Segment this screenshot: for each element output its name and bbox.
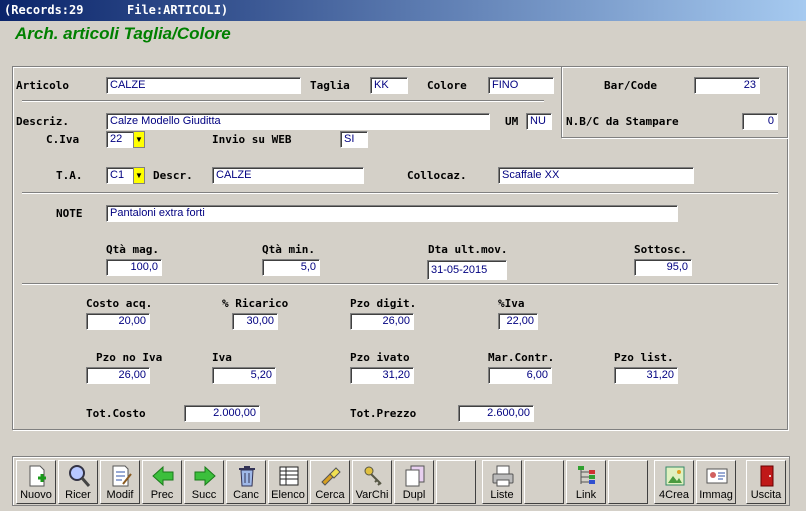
tot-costo-field[interactable]: 2.000,00 — [184, 405, 260, 422]
label-mar-contr: Mar.Contr. — [488, 351, 555, 364]
note-field[interactable]: Pantaloni extra forti — [106, 205, 678, 222]
flashlight-icon — [321, 467, 341, 486]
label-qta-min: Qtà min. — [262, 243, 315, 256]
perc-iva-field[interactable]: 22,00 — [498, 313, 538, 330]
pzo-no-iva-field[interactable]: 26,00 — [86, 367, 150, 384]
barcode-field[interactable]: 23 — [694, 77, 760, 94]
file-name: File:ARTICOLI) — [127, 3, 229, 17]
app-title: Arch. articoli Taglia/Colore — [15, 24, 231, 43]
modif-button[interactable]: Modif — [100, 460, 140, 504]
image-create-icon — [665, 466, 685, 486]
crea-button[interactable]: 4Crea — [654, 460, 694, 504]
invio-web-field[interactable]: SI — [340, 131, 368, 148]
label-barcode: Bar/Code — [604, 79, 657, 92]
ricer-button[interactable]: Ricer — [58, 460, 98, 504]
nuovo-button[interactable]: Nuovo — [16, 460, 56, 504]
empty-button[interactable] — [524, 460, 564, 504]
printer-icon — [492, 465, 514, 487]
label-costo-acq: Costo acq. — [86, 297, 153, 310]
label-articolo: Articolo — [16, 79, 69, 92]
empty-button[interactable] — [608, 460, 648, 504]
label-nbc: N.B/C da Stampare — [566, 115, 679, 128]
label-ta: T.A. — [56, 169, 83, 182]
label-um: UM — [505, 115, 519, 128]
label-dta-ult-mov: Dta ult.mov. — [428, 243, 508, 256]
taglia-field[interactable]: KK — [370, 77, 408, 94]
tree-icon — [578, 466, 595, 484]
label-descriz: Descriz. — [16, 115, 69, 128]
records-count: (Records:29 — [4, 3, 84, 17]
arrow-right-icon — [194, 465, 216, 487]
label-pzo-list: Pzo list. — [614, 351, 674, 364]
dupl-button[interactable]: Dupl — [394, 460, 434, 504]
id-card-icon — [706, 468, 728, 484]
prec-button[interactable]: Prec — [142, 460, 182, 504]
label-perc-iva: %Iva — [498, 297, 525, 310]
pzo-digit-field[interactable]: 26,00 — [350, 313, 414, 330]
label-pzo-digit: Pzo digit. — [350, 297, 417, 310]
tot-prezzo-field[interactable]: 2.600,00 — [458, 405, 534, 422]
uscita-button[interactable]: Uscita — [746, 460, 786, 504]
succ-button[interactable]: Succ — [184, 460, 224, 504]
separator — [22, 192, 778, 194]
descriz-field[interactable]: Calze Modello Giuditta — [106, 113, 490, 130]
sottosc-field[interactable]: 95,0 — [634, 259, 692, 276]
pzo-ivato-field[interactable]: 31,20 — [350, 367, 414, 384]
label-taglia: Taglia — [310, 79, 350, 92]
ricarico-field[interactable]: 30,00 — [232, 313, 278, 330]
ta-dropdown-arrow-icon[interactable]: ▼ — [133, 167, 145, 184]
label-sottosc: Sottosc. — [634, 243, 687, 256]
qta-mag-field[interactable]: 100,0 — [106, 259, 162, 276]
dta-ult-mov-field[interactable]: 31-05-2015 — [427, 260, 507, 280]
immag-button[interactable]: Immag — [696, 460, 736, 504]
label-descr: Descr. — [153, 169, 193, 182]
label-invio-web: Invio su WEB — [212, 133, 292, 146]
label-note: NOTE — [56, 207, 83, 220]
collocaz-field[interactable]: Scaffale XX — [498, 167, 694, 184]
label-colore: Colore — [427, 79, 467, 92]
articolo-field[interactable]: CALZE — [106, 77, 301, 94]
keys-icon — [364, 466, 382, 486]
edit-document-icon — [112, 465, 132, 487]
costo-acq-field[interactable]: 20,00 — [86, 313, 150, 330]
copy-icon — [405, 465, 425, 487]
label-civa: C.Iva — [46, 133, 80, 146]
label-qta-mag: Qtà mag. — [106, 243, 159, 256]
elenco-button[interactable]: Elenco — [268, 460, 308, 504]
nbc-field[interactable]: 0 — [742, 113, 778, 130]
arrow-left-icon — [152, 465, 174, 487]
trash-icon — [239, 466, 255, 487]
exit-door-icon — [760, 465, 774, 487]
civa-field[interactable]: 22 — [106, 131, 134, 148]
mar-contr-field[interactable]: 6,00 — [488, 367, 552, 384]
label-pzo-ivato: Pzo ivato — [350, 351, 410, 364]
bottom-toolbar: Nuovo Ricer Modif Prec Succ Canc Elenco … — [12, 456, 790, 506]
label-iva: Iva — [212, 351, 232, 364]
label-collocaz: Collocaz. — [407, 169, 467, 182]
descr-field[interactable]: CALZE — [212, 167, 364, 184]
separator — [22, 100, 544, 102]
cerca-button[interactable]: Cerca — [310, 460, 350, 504]
um-field[interactable]: NU — [526, 113, 552, 130]
ta-field[interactable]: C1 — [106, 167, 134, 184]
table-icon — [279, 466, 299, 486]
label-pzo-no-iva: Pzo no Iva — [96, 351, 163, 364]
civa-dropdown-arrow-icon[interactable]: ▼ — [133, 131, 145, 148]
label-tot-costo: Tot.Costo — [86, 407, 146, 420]
separator — [22, 283, 778, 285]
window-titlebar: (Records:29 File:ARTICOLI) — [0, 0, 806, 21]
empty-button[interactable] — [436, 460, 476, 504]
qta-min-field[interactable]: 5,0 — [262, 259, 320, 276]
colore-field[interactable]: FINO — [488, 77, 554, 94]
liste-button[interactable]: Liste — [482, 460, 522, 504]
canc-button[interactable]: Canc — [226, 460, 266, 504]
iva-field[interactable]: 5,20 — [212, 367, 276, 384]
label-tot-prezzo: Tot.Prezzo — [350, 407, 417, 420]
link-button[interactable]: Link — [566, 460, 606, 504]
varchi-button[interactable]: VarChi — [352, 460, 392, 504]
new-document-icon — [29, 465, 46, 487]
pzo-list-field[interactable]: 31,20 — [614, 367, 678, 384]
label-ricarico: % Ricarico — [222, 297, 289, 310]
magnifier-icon — [69, 465, 91, 487]
